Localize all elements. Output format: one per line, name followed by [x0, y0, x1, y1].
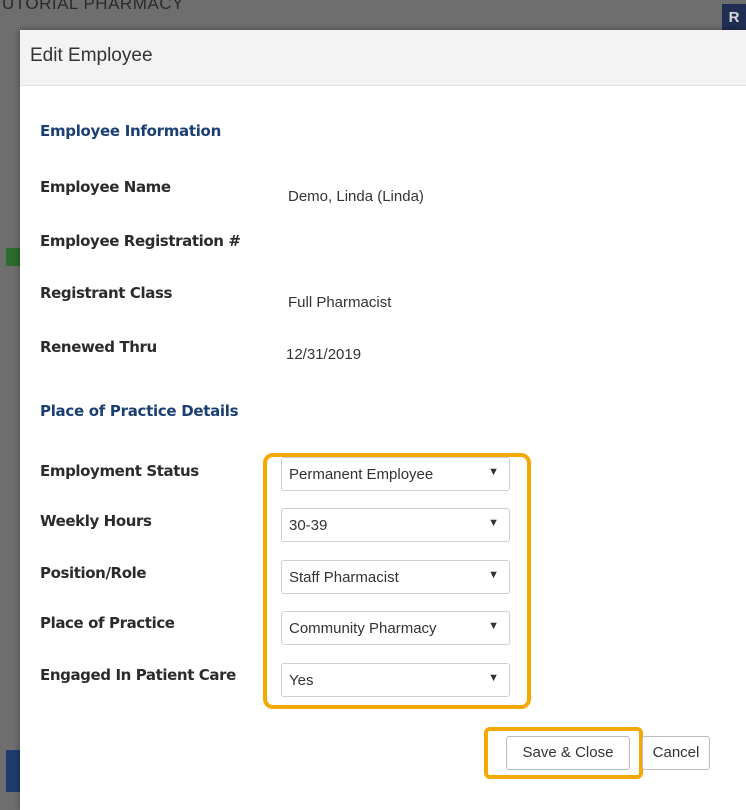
position-role-value: Staff Pharmacist — [289, 569, 399, 586]
employment-status-value: Permanent Employee — [289, 466, 434, 483]
modal-title: Edit Employee — [30, 45, 153, 66]
employment-status-label: Employment Status — [40, 462, 199, 480]
place-of-practice-heading: Place of Practice Details — [40, 402, 239, 420]
chevron-down-icon: ▼ — [488, 569, 499, 581]
chevron-down-icon: ▼ — [488, 517, 499, 529]
weekly-hours-value: 30-39 — [289, 517, 328, 534]
modal-header: Edit Employee — [20, 30, 746, 86]
save-and-close-button[interactable]: Save & Close — [506, 736, 630, 770]
background-badge: R — [722, 4, 746, 32]
employee-registration-label: Employee Registration # — [40, 232, 241, 250]
place-of-practice-value: Community Pharmacy — [289, 620, 437, 637]
employee-name-value: Demo, Linda (Linda) — [288, 188, 424, 205]
edit-employee-modal: Edit Employee Employee Information Emplo… — [20, 30, 746, 810]
weekly-hours-label: Weekly Hours — [40, 512, 152, 530]
renewed-thru-value: 12/31/2019 — [286, 346, 362, 363]
position-role-label: Position/Role — [40, 564, 147, 582]
chevron-down-icon: ▼ — [488, 672, 499, 684]
renewed-thru-label: Renewed Thru — [40, 338, 157, 356]
cancel-button[interactable]: Cancel — [642, 736, 710, 770]
weekly-hours-select[interactable]: 30-39 ▼ — [281, 508, 510, 542]
registrant-class-label: Registrant Class — [40, 284, 173, 302]
employee-information-heading: Employee Information — [40, 122, 221, 140]
background-green-marker — [6, 248, 20, 266]
employee-name-label: Employee Name — [40, 178, 171, 196]
place-of-practice-select[interactable]: Community Pharmacy ▼ — [281, 611, 510, 645]
background-app-title: UTORIAL PHARMACY — [2, 0, 184, 13]
employment-status-select[interactable]: Permanent Employee ▼ — [281, 457, 510, 491]
patient-care-select[interactable]: Yes ▼ — [281, 663, 510, 697]
registrant-class-value: Full Pharmacist — [288, 294, 392, 311]
place-of-practice-label: Place of Practice — [40, 614, 175, 632]
patient-care-label: Engaged In Patient Care — [40, 666, 236, 684]
background-blue-marker — [6, 750, 20, 792]
chevron-down-icon: ▼ — [488, 466, 499, 478]
chevron-down-icon: ▼ — [488, 620, 499, 632]
patient-care-value: Yes — [289, 672, 314, 689]
position-role-select[interactable]: Staff Pharmacist ▼ — [281, 560, 510, 594]
